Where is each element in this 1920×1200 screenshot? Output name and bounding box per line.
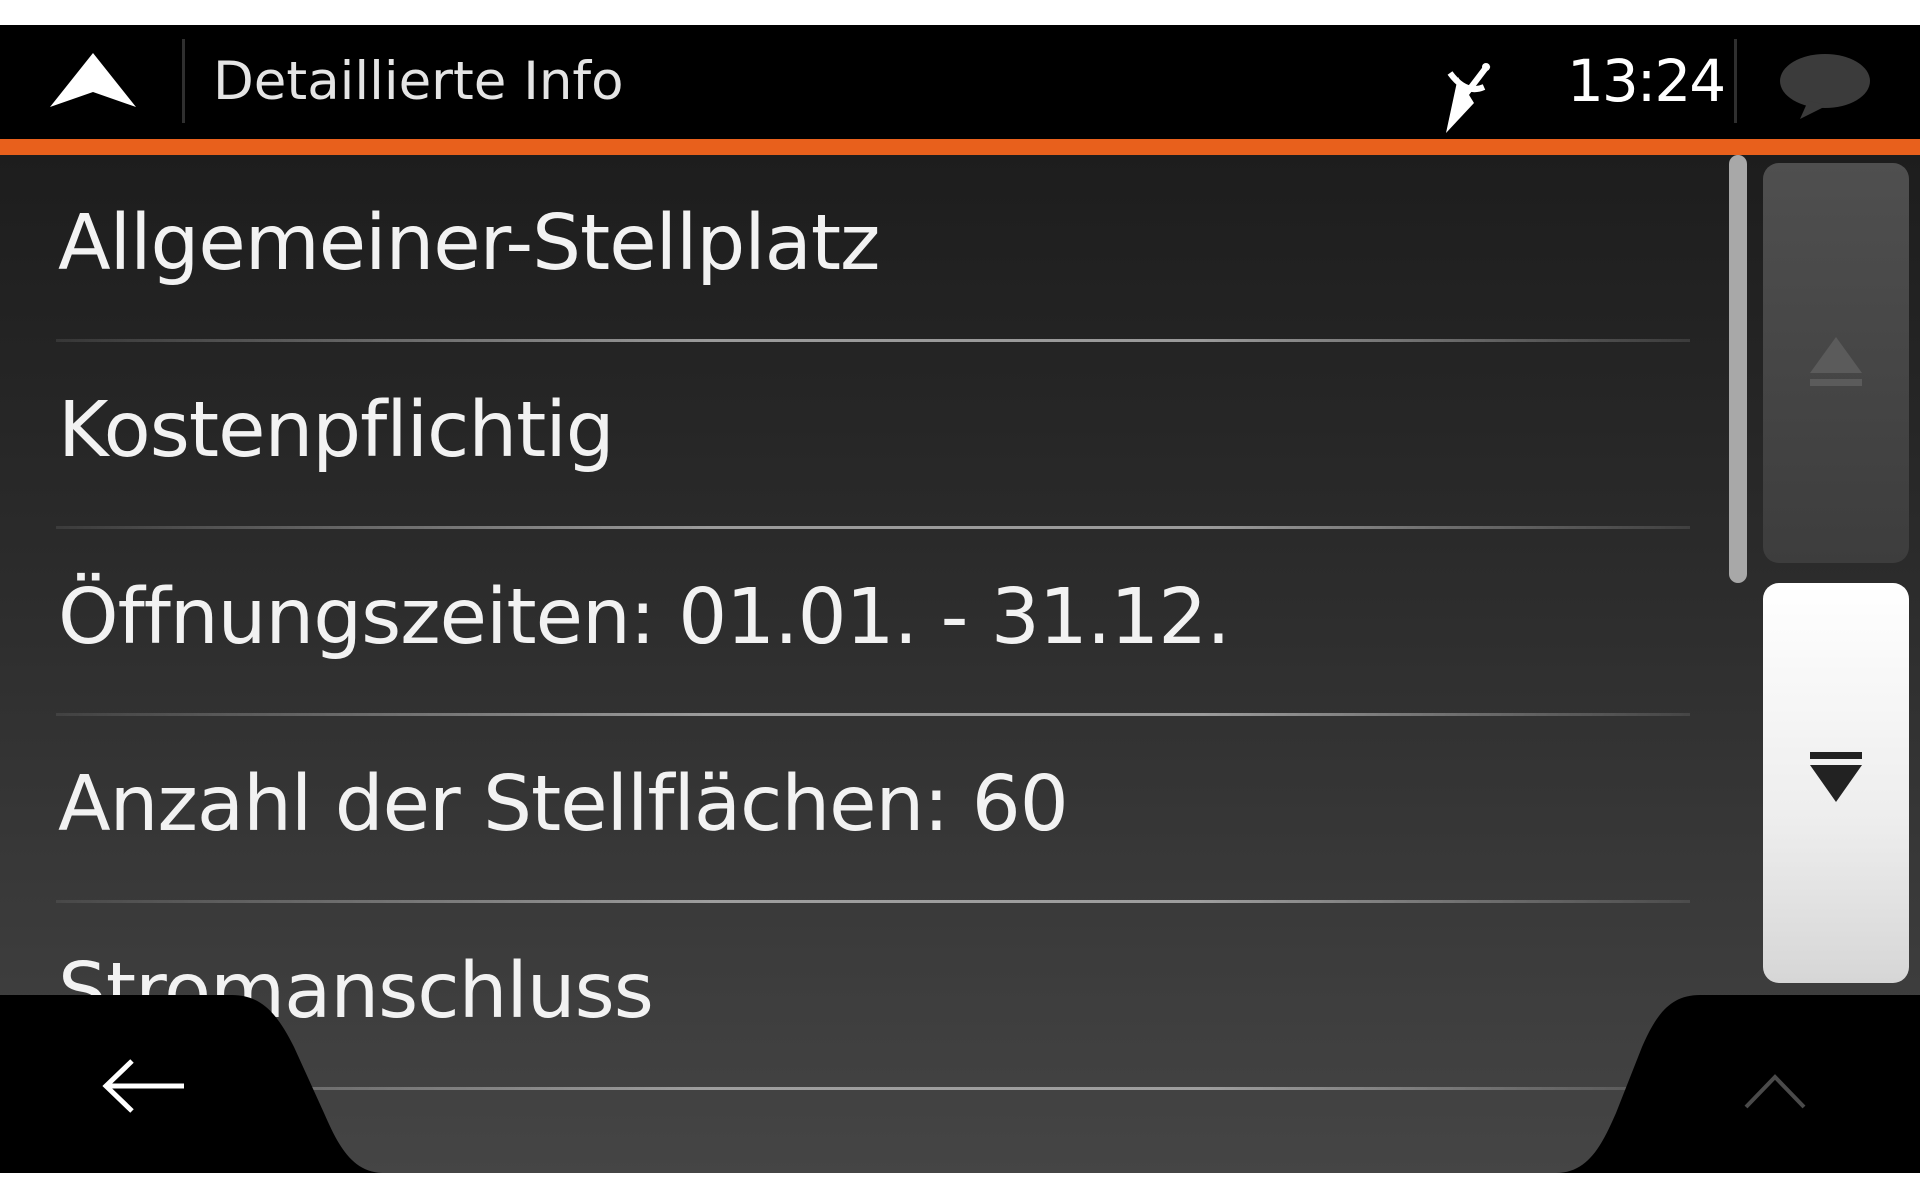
scroll-down-arrow-icon <box>1810 752 1862 802</box>
header-bar: Detaillierte Info 13:24 <box>0 25 1920 139</box>
list-item[interactable]: Anzahl der Stellflächen: 60 <box>0 716 1735 903</box>
header-divider <box>182 39 185 123</box>
navigation-screen: Detaillierte Info 13:24 Allgemeiner-Stel… <box>0 25 1920 1173</box>
accent-bar <box>0 139 1920 155</box>
chevron-up-icon[interactable] <box>1742 1071 1808 1111</box>
page-title: Detaillierte Info <box>213 51 624 112</box>
header-divider <box>1734 39 1737 123</box>
bottom-bar <box>0 995 1920 1173</box>
list-item-label: Allgemeiner-Stellplatz <box>58 199 880 288</box>
scrollbar[interactable] <box>1729 155 1747 598</box>
list-item[interactable]: Öffnungszeiten: 01.01. - 31.12. <box>0 529 1735 716</box>
clock: 13:24 <box>1567 47 1726 115</box>
scroll-down-button[interactable] <box>1763 583 1909 983</box>
list-item-label: Kostenpflichtig <box>58 386 615 475</box>
scrollbar-thumb[interactable] <box>1729 155 1747 583</box>
scroll-up-arrow-icon <box>1810 337 1862 386</box>
message-bubble-icon[interactable] <box>1778 51 1872 121</box>
scroll-up-button[interactable] <box>1763 163 1909 563</box>
list-item-label: Anzahl der Stellflächen: 60 <box>58 760 1069 849</box>
navigation-arrow-icon[interactable] <box>48 51 138 109</box>
back-arrow-icon[interactable] <box>100 1057 186 1115</box>
list-item-label: Öffnungszeiten: 01.01. - 31.12. <box>58 573 1231 662</box>
gps-signal-off-icon[interactable] <box>1436 55 1496 135</box>
list-item[interactable]: Kostenpflichtig <box>0 342 1735 529</box>
list-item[interactable]: Allgemeiner-Stellplatz <box>0 155 1735 342</box>
